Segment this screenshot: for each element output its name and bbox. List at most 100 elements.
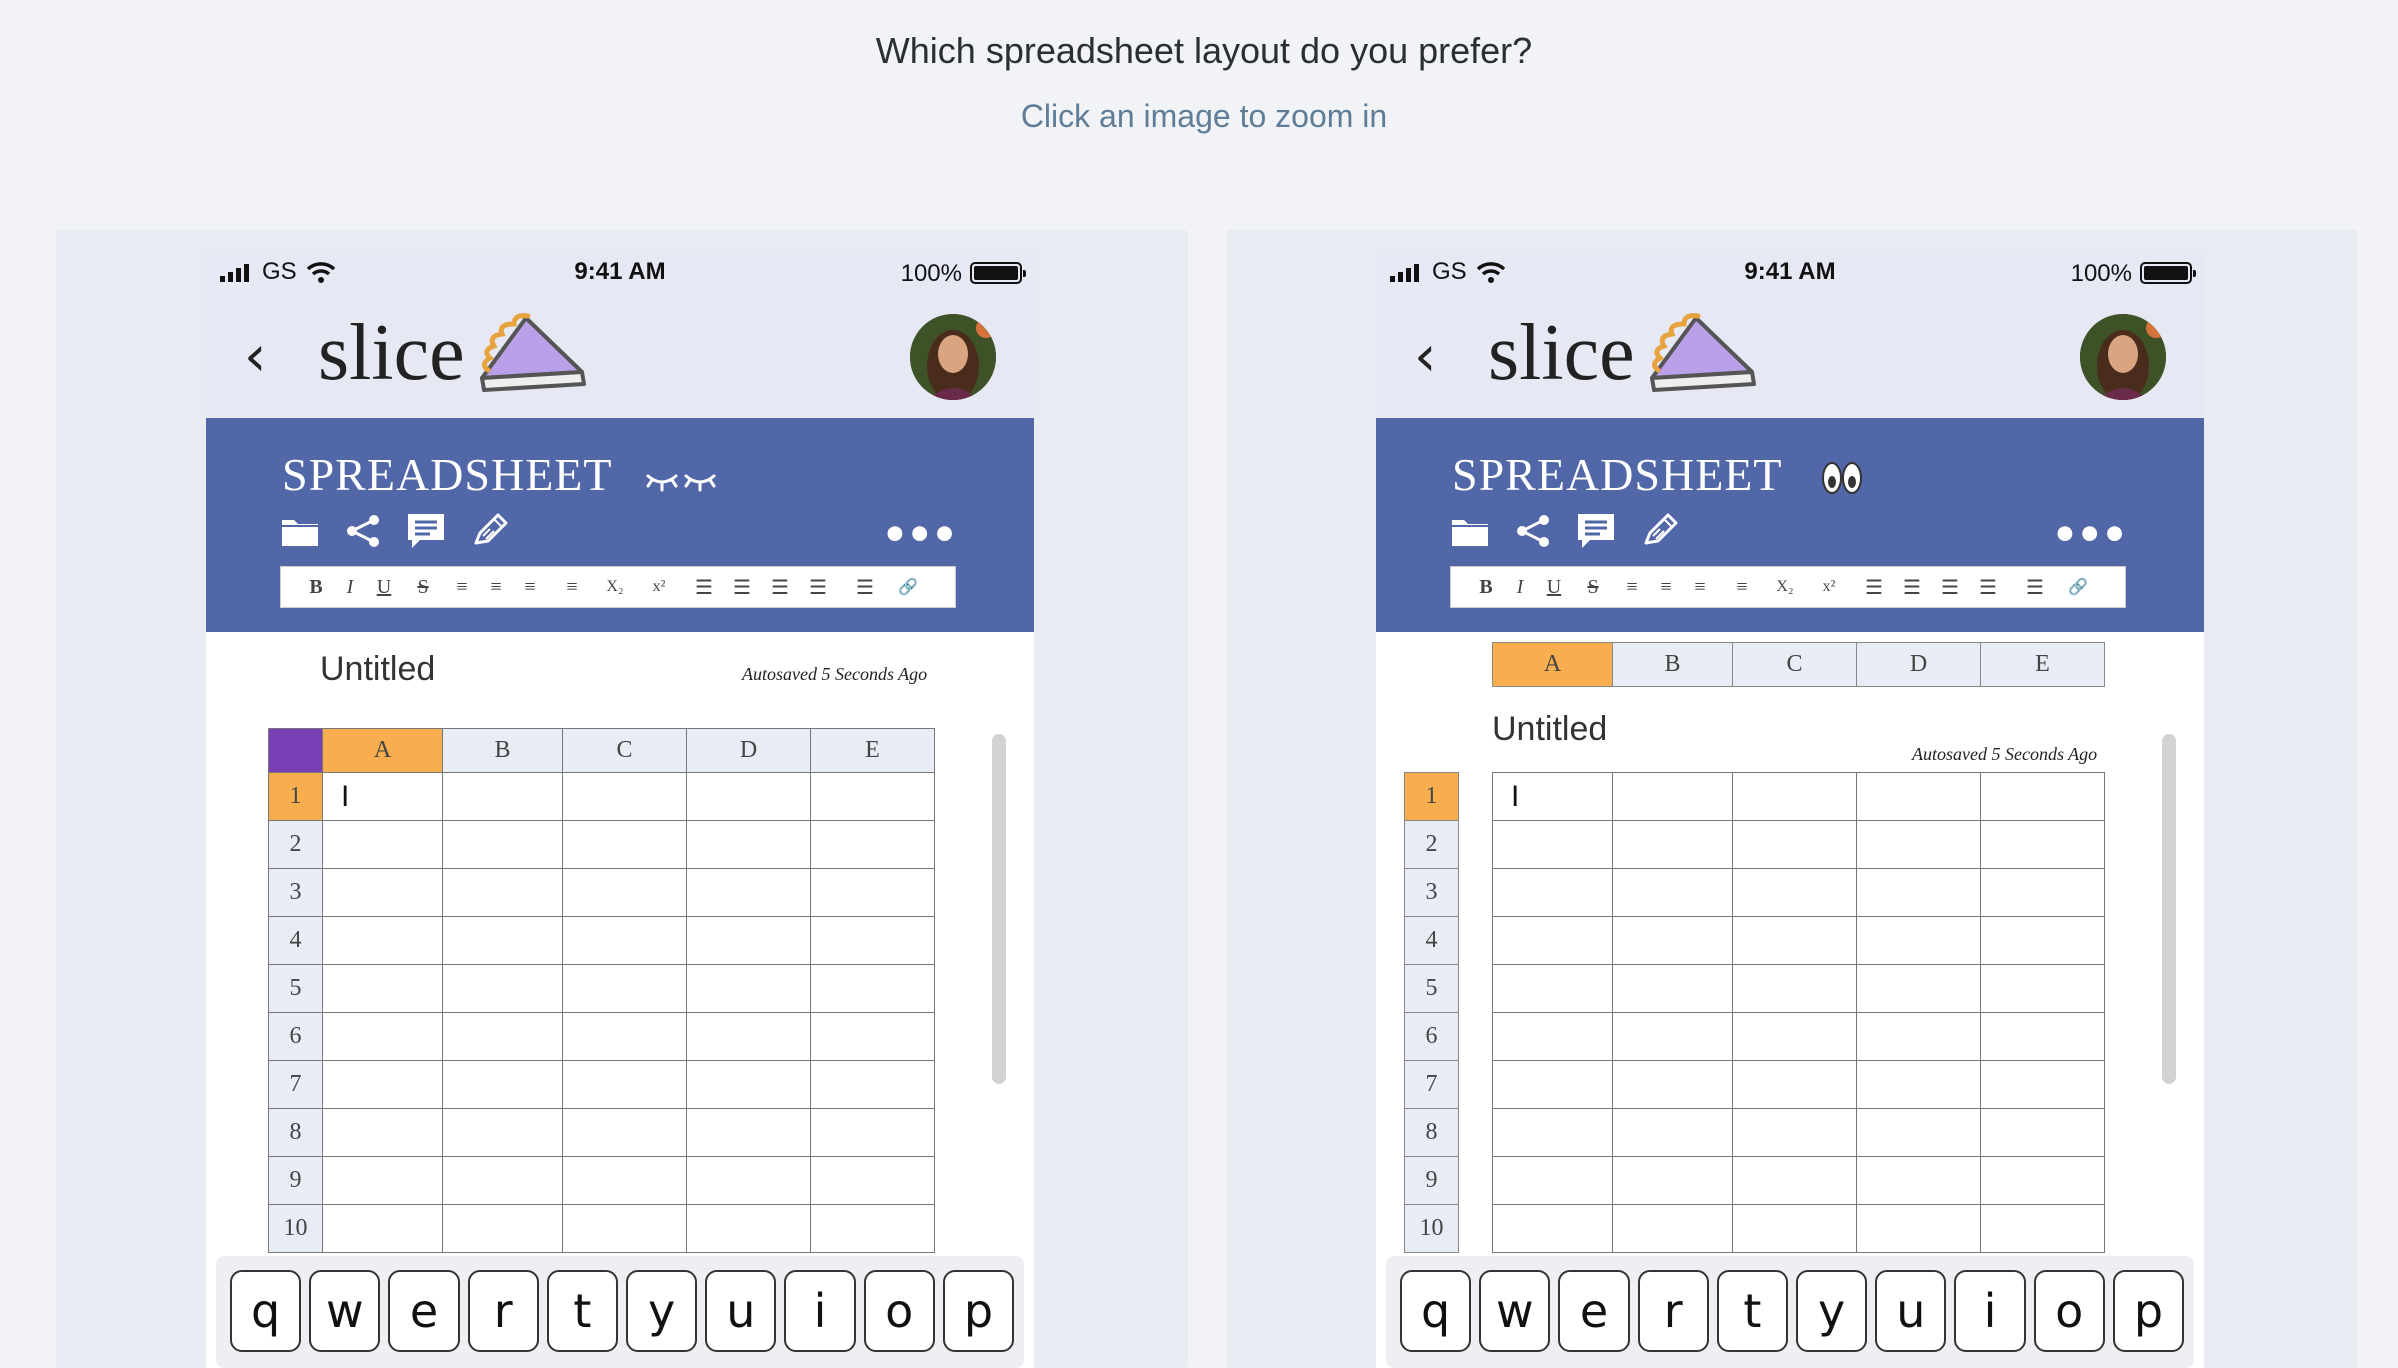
cell[interactable] <box>1856 964 1981 1013</box>
cell[interactable] <box>1856 772 1981 821</box>
folder-icon[interactable] <box>280 514 320 548</box>
cell[interactable] <box>1492 1156 1613 1205</box>
cell[interactable] <box>810 916 935 965</box>
cell[interactable] <box>322 916 443 965</box>
comment-icon[interactable] <box>1576 512 1616 550</box>
eyes-open-icon[interactable] <box>1820 458 1864 498</box>
cell[interactable] <box>686 772 811 821</box>
row-header[interactable]: 7 <box>268 1060 323 1109</box>
indent-button[interactable]: ☰ <box>799 575 837 600</box>
dash-list-button[interactable]: ☰ <box>1893 575 1931 600</box>
cell[interactable] <box>1732 1108 1857 1157</box>
row-header[interactable]: 6 <box>1404 1012 1459 1061</box>
key-p[interactable]: p <box>942 1270 1015 1352</box>
share-icon[interactable] <box>344 513 382 549</box>
cell[interactable] <box>1612 820 1733 869</box>
column-header[interactable]: A <box>322 728 443 773</box>
bold-button[interactable]: B <box>299 576 333 599</box>
cell[interactable] <box>442 1108 563 1157</box>
cell[interactable] <box>1612 868 1733 917</box>
cell[interactable] <box>1612 1060 1733 1109</box>
vertical-scrollbar[interactable] <box>992 734 1006 1084</box>
cell[interactable] <box>1980 1060 2105 1109</box>
key-y[interactable]: y <box>1796 1270 1868 1352</box>
cell[interactable] <box>810 820 935 869</box>
eyes-closed-icon[interactable] <box>646 468 720 492</box>
cell[interactable] <box>1732 820 1857 869</box>
cell[interactable] <box>322 964 443 1013</box>
back-icon[interactable]: ‹ <box>244 324 266 389</box>
cell[interactable] <box>1980 820 2105 869</box>
column-header[interactable]: D <box>1856 642 1981 687</box>
cell[interactable] <box>442 1060 563 1109</box>
cell[interactable] <box>1612 916 1733 965</box>
cell[interactable] <box>562 772 687 821</box>
superscript-button[interactable]: x² <box>1803 578 1855 596</box>
underline-button[interactable]: U <box>367 576 401 599</box>
strikethrough-button[interactable]: S <box>1571 576 1615 599</box>
row-header[interactable]: 6 <box>268 1012 323 1061</box>
align-right-button[interactable]: ≡ <box>1615 576 1649 599</box>
key-q[interactable]: q <box>1400 1270 1472 1352</box>
row-header[interactable]: 2 <box>1404 820 1459 869</box>
cell[interactable] <box>1492 1060 1613 1109</box>
cell[interactable] <box>1980 868 2105 917</box>
cell[interactable] <box>1856 916 1981 965</box>
cell[interactable] <box>1492 1204 1613 1253</box>
cell[interactable] <box>562 1012 687 1061</box>
key-e[interactable]: e <box>388 1270 460 1352</box>
key-u[interactable]: u <box>1875 1270 1947 1352</box>
active-cell[interactable]: I <box>322 772 443 821</box>
cell[interactable] <box>810 772 935 821</box>
cell[interactable] <box>1732 1060 1857 1109</box>
more-options-icon[interactable]: ••• <box>2051 510 2128 559</box>
row-header[interactable]: 8 <box>268 1108 323 1157</box>
row-header[interactable]: 9 <box>268 1156 323 1205</box>
comment-icon[interactable] <box>406 512 446 550</box>
cell[interactable] <box>1980 916 2105 965</box>
key-i[interactable]: i <box>1954 1270 2026 1352</box>
column-header[interactable]: E <box>1980 642 2105 687</box>
cell[interactable] <box>1980 1204 2105 1253</box>
key-r[interactable]: r <box>467 1270 539 1352</box>
italic-button[interactable]: I <box>1503 576 1537 599</box>
cell[interactable] <box>1980 1156 2105 1205</box>
cell[interactable] <box>442 820 563 869</box>
cell[interactable] <box>1612 964 1733 1013</box>
key-o[interactable]: o <box>863 1270 935 1352</box>
cell[interactable] <box>1732 1012 1857 1061</box>
subscript-button[interactable]: X₂ <box>597 578 633 596</box>
cell[interactable] <box>686 1060 811 1109</box>
document-title[interactable]: Untitled <box>320 650 435 689</box>
cell[interactable] <box>1492 964 1613 1013</box>
cell[interactable] <box>562 1060 687 1109</box>
underline-button[interactable]: U <box>1537 576 1571 599</box>
key-w[interactable]: w <box>309 1270 381 1352</box>
cell[interactable] <box>322 868 443 917</box>
cell[interactable] <box>686 1204 811 1253</box>
cell[interactable] <box>562 868 687 917</box>
row-header[interactable]: 5 <box>1404 964 1459 1013</box>
select-all-corner[interactable] <box>268 728 323 773</box>
cell[interactable] <box>1980 1108 2105 1157</box>
row-header[interactable]: 3 <box>268 868 323 917</box>
column-header[interactable]: B <box>442 728 563 773</box>
cell[interactable] <box>1732 772 1857 821</box>
cell[interactable] <box>686 1108 811 1157</box>
row-header[interactable]: 5 <box>268 964 323 1013</box>
column-header[interactable]: E <box>810 728 935 773</box>
cell[interactable] <box>322 1012 443 1061</box>
bullet-list-button[interactable]: ☰ <box>1855 575 1893 600</box>
cell[interactable] <box>442 1204 563 1253</box>
cell[interactable] <box>442 772 563 821</box>
cell[interactable] <box>322 820 443 869</box>
cell[interactable] <box>686 820 811 869</box>
more-options-icon[interactable]: ••• <box>881 510 958 559</box>
row-header[interactable]: 10 <box>268 1204 323 1253</box>
row-header[interactable]: 10 <box>1404 1204 1459 1253</box>
align-right-button[interactable]: ≡ <box>445 576 479 599</box>
row-header[interactable]: 1 <box>1404 772 1459 821</box>
cell[interactable] <box>810 868 935 917</box>
key-q[interactable]: q <box>230 1270 302 1352</box>
cell[interactable] <box>322 1060 443 1109</box>
